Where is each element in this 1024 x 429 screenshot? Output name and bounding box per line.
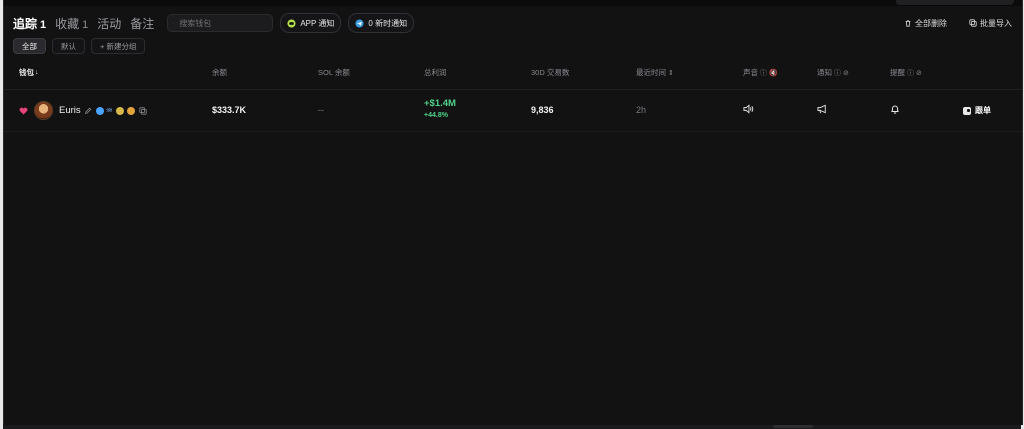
speaker-icon [743, 104, 754, 114]
bottom-bar [3, 425, 1021, 429]
column-remind-label: 提醒 [890, 68, 905, 77]
mute-icon[interactable]: 🔇 [769, 69, 778, 77]
column-sol-balance-label: SOL 余额 [318, 68, 350, 77]
copy-icon[interactable] [139, 106, 147, 115]
notify-toggle[interactable] [817, 104, 828, 114]
column-notify: 通知 ⓘ ⊘ [817, 67, 849, 78]
tab-label: 活动 [97, 16, 122, 31]
money-bag-icon [126, 106, 135, 115]
sound-toggle[interactable] [743, 104, 754, 114]
help-icon: ⓘ [907, 69, 914, 77]
money-bag-icon [115, 106, 124, 115]
bell-icon [891, 105, 899, 114]
help-icon: ⓘ [834, 69, 841, 77]
header: 追踪 1 收藏 1 活动 备注 APP 通知 0 新时通知 全部删 [13, 12, 1012, 34]
app-notify-label: APP 通知 [300, 18, 335, 28]
tab-activity[interactable]: 活动 [97, 15, 121, 32]
column-balance-label: 余额 [212, 68, 227, 77]
column-last-time-label: 最近时间 [636, 68, 666, 77]
column-total-profit: 总利润 [424, 67, 447, 78]
tab-count: 1 [82, 18, 89, 31]
whale-icon: ♒ [105, 106, 113, 115]
last-time-value: 2h [636, 105, 647, 115]
app-notify-button[interactable]: APP 通知 [280, 13, 342, 33]
column-remind: 提醒 ⓘ ⊘ [890, 67, 922, 78]
remind-toggle[interactable] [890, 104, 900, 114]
column-wallet[interactable]: 钱包 ↓ [19, 67, 39, 78]
megaphone-icon [817, 104, 826, 114]
telegram-notify-button[interactable]: 0 新时通知 [348, 13, 415, 33]
column-last-time[interactable]: 最近时间 ⇕ [636, 67, 674, 78]
sort-down-icon: ↓ [35, 69, 39, 76]
table-header: 钱包 ↓ 余额 SOL 余额 总利润 30D 交易数 最近时间 ⇕ 声音 ⓘ 🔇… [4, 67, 1022, 83]
top-right-pill [896, 0, 1014, 5]
telegram-icon [355, 18, 364, 28]
help-icon: ⓘ [760, 69, 767, 77]
telegram-notify-label: 0 新时通知 [368, 18, 408, 28]
profit-value: +$1.4M [424, 98, 456, 109]
import-icon [969, 19, 977, 27]
column-balance: 余额 [212, 67, 227, 78]
column-notify-label: 通知 [817, 68, 832, 77]
copy-trade-label: 跟单 [975, 106, 991, 115]
bulk-import-label: 批量导入 [980, 18, 1012, 28]
tab-count: 1 [40, 18, 47, 31]
tracking-panel: 追踪 1 收藏 1 活动 备注 APP 通知 0 新时通知 全部删 [3, 0, 1023, 425]
wallet-cell: Euris ♒ [19, 101, 147, 120]
column-total-profit-label: 总利润 [424, 68, 447, 77]
group-default-button[interactable]: 默认 [52, 38, 85, 54]
verified-icon [95, 106, 104, 115]
column-trades-30d-label: 30D 交易数 [531, 68, 570, 77]
column-sound-label: 声音 [743, 68, 758, 77]
group-filter-row: 全部 默认 + 新建分组 [13, 38, 151, 54]
new-group-button[interactable]: + 新建分组 [91, 38, 146, 54]
group-all-button[interactable]: 全部 [13, 38, 46, 54]
heart-icon[interactable] [19, 107, 28, 115]
search-icon [173, 22, 175, 24]
tab-label: 收藏 [55, 16, 80, 31]
sort-toggle-icon: ⇕ [668, 69, 674, 77]
delete-all-button[interactable]: 全部删除 [904, 18, 947, 29]
balance-value: $333.7K [212, 105, 247, 115]
edit-icon[interactable] [84, 107, 92, 115]
bell-off-icon[interactable]: ⊘ [916, 69, 922, 77]
row-divider [4, 131, 1022, 132]
table-row[interactable]: Euris ♒ $333.7K -- +$1.4M +44.8% 9,836 2… [4, 90, 1022, 131]
column-sol-balance: SOL 余额 [318, 67, 350, 78]
search-input[interactable] [177, 17, 268, 29]
column-trades-30d: 30D 交易数 [531, 67, 569, 78]
tab-favorites[interactable]: 收藏 1 [55, 15, 88, 32]
trash-icon [905, 20, 911, 27]
sol-balance-value: -- [318, 105, 324, 115]
bulk-import-button[interactable]: 批量导入 [969, 18, 1012, 29]
tab-label: 追踪 [13, 16, 38, 31]
android-icon [287, 18, 296, 28]
copy-trade-button[interactable]: 跟单 [963, 105, 991, 116]
profit-percent: +44.8% [424, 112, 448, 119]
avatar [34, 101, 53, 120]
tab-notes[interactable]: 备注 [130, 15, 154, 32]
wallet-icon [963, 106, 971, 115]
scroll-indicator[interactable] [773, 425, 813, 428]
column-sound: 声音 ⓘ 🔇 [743, 67, 778, 78]
profit-cell: +$1.4M +44.8% [424, 98, 456, 119]
trades-30d-value: 9,836 [531, 105, 554, 115]
delete-all-label: 全部删除 [915, 18, 947, 28]
tab-label: 备注 [130, 16, 155, 31]
search-box[interactable] [167, 14, 274, 32]
wallet-name[interactable]: Euris [59, 105, 81, 116]
notify-off-icon[interactable]: ⊘ [843, 69, 849, 77]
top-strip [4, 0, 1022, 6]
column-wallet-label: 钱包 [19, 68, 34, 77]
tab-tracking[interactable]: 追踪 1 [13, 15, 46, 32]
header-actions: 全部删除 批量导入 [882, 18, 1012, 29]
